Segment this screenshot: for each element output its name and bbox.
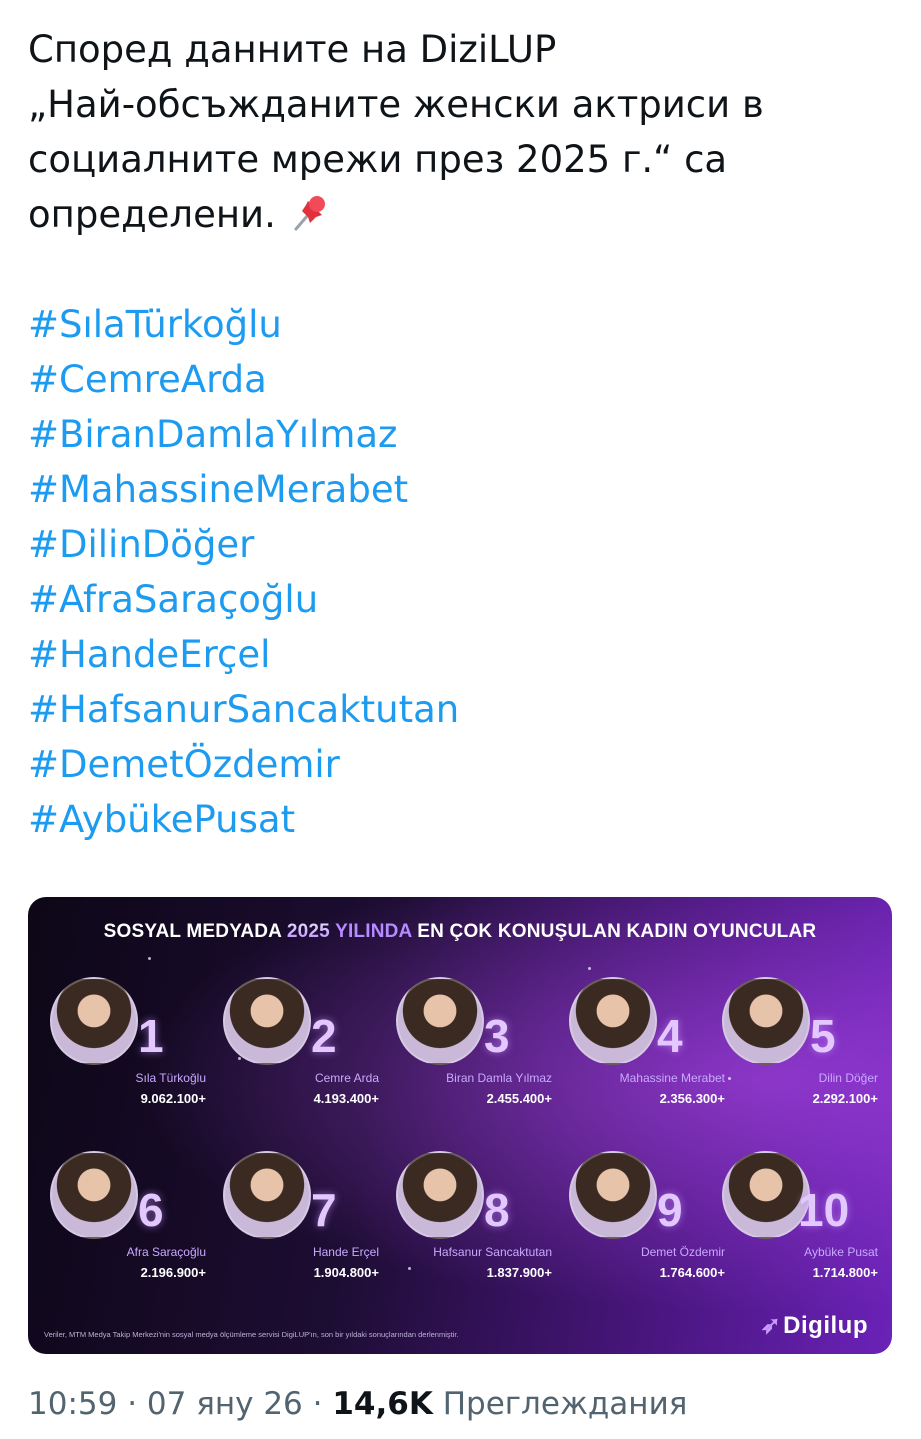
actress-count: 2.356.300+ [659,1091,725,1106]
decorative-star [588,967,591,970]
tweet-line: Според данните на DiziLUP [28,28,557,71]
actress-name: Aybüke Pusat [804,1245,878,1259]
tweet-meta: 10:59 · 07 яну 26 · 14,6K Преглеждания [28,1386,687,1422]
actress-count: 2.455.400+ [486,1091,552,1106]
actress-count: 1.714.800+ [812,1265,878,1280]
view-count: 14,6K [332,1386,433,1422]
tweet-line: социалните мрежи през 2025 г.“ са [28,138,728,181]
actress-entry: 6 Afra Saraçoğlu 2.196.900+ [42,1151,206,1301]
actress-rank: 3 [484,1010,510,1062]
actress-photo [569,1151,657,1239]
actress-entry: 9 Demet Özdemir 1.764.600+ [561,1151,725,1301]
actress-rank: 9 [657,1184,683,1236]
hashtag-link[interactable]: #AfraSaraçoğlu [28,572,898,627]
actress-photo [396,977,484,1065]
actress-entry: 10 Aybüke Pusat 1.714.800+ [714,1151,878,1301]
actress-photo [722,1151,810,1239]
actress-name: Afra Saraçoğlu [126,1245,206,1259]
tweet-time-link[interactable]: 10:59 [28,1386,117,1422]
card-title-part: SOSYAL MEDYADA [103,921,287,942]
card-title-year: 2025 [286,921,330,942]
actress-photo [50,1151,138,1239]
view-label: Преглеждания [432,1386,688,1422]
actress-name: Sıla Türkoğlu [135,1071,206,1085]
actress-entry: 4 Mahassine Merabet 2.356.300+ [561,977,725,1127]
hashtag-list: #SılaTürkoğlu #CemreArda #BiranDamlaYılm… [28,297,898,847]
card-footnote: Veriler, MTM Medya Takip Merkezi'nin sos… [44,1330,459,1339]
actress-entry: 7 Hande Erçel 1.904.800+ [215,1151,379,1301]
brand-name: Digilup [783,1312,868,1339]
actress-rank: 5 [810,1010,836,1062]
actress-rank: 2 [311,1010,337,1062]
actress-count: 1.764.600+ [659,1265,725,1280]
hashtag-link[interactable]: #BiranDamlaYılmaz [28,407,898,462]
hashtag-link[interactable]: #DilinDöğer [28,517,898,572]
actress-entry: 3 Biran Damla Yılmaz 2.455.400+ [388,977,552,1127]
actress-photo [223,977,311,1065]
actress-name: Biran Damla Yılmaz [446,1071,552,1085]
card-title-part: EN ÇOK KONUŞULAN KADIN OYUNCULAR [411,921,817,942]
actress-name: Mahassine Merabet [619,1071,725,1085]
decorative-star [148,957,151,960]
actress-count: 2.292.100+ [812,1091,878,1106]
actress-count: 9.062.100+ [140,1091,206,1106]
actress-entry: 5 Dilin Döğer 2.292.100+ [714,977,878,1127]
actress-rank: 10 [798,1184,850,1236]
actress-rank: 6 [138,1184,164,1236]
actress-photo [396,1151,484,1239]
actress-rank: 1 [138,1010,164,1062]
actress-count: 1.837.900+ [486,1265,552,1280]
actress-photo [722,977,810,1065]
card-title-highlight: YILINDA [329,921,412,942]
actress-name: Hande Erçel [312,1245,379,1259]
tweet-line: „Най-обсъжданите женски актриси в [28,83,764,126]
actress-count: 1.904.800+ [313,1265,379,1280]
actress-entry: 1 Sıla Türkoğlu 9.062.100+ [42,977,206,1127]
tweet-line: определени. [28,187,898,242]
tweet-date-link[interactable]: 07 яну 26 [147,1386,303,1422]
actress-photo [569,977,657,1065]
pushpin-icon [288,191,332,235]
actress-rank: 7 [311,1184,337,1236]
tweet-media-image[interactable]: SOSYAL MEDYADA 2025 YILINDA EN ÇOK KONUŞ… [28,897,892,1354]
meta-separator: · [302,1386,333,1422]
actress-photo [223,1151,311,1239]
actress-entry: 2 Cemre Arda 4.193.400+ [215,977,379,1127]
hashtag-link[interactable]: #HafsanurSancaktutan [28,682,898,737]
actress-name: Dilin Döğer [818,1071,878,1085]
brand-logo: ➶Digilup [761,1311,868,1340]
actress-count: 4.193.400+ [313,1091,379,1106]
hashtag-link[interactable]: #SılaTürkoğlu [28,297,898,352]
hashtag-link[interactable]: #AybükePusat [28,792,898,847]
hashtag-link[interactable]: #HandeErçel [28,627,898,682]
actress-entry: 8 Hafsanur Sancaktutan 1.837.900+ [388,1151,552,1301]
tweet-body: Според данните на DiziLUP „Най-обсъждани… [28,22,898,847]
hashtag-link[interactable]: #MahassineMerabet [28,462,898,517]
card-title: SOSYAL MEDYADA 2025 YILINDA EN ÇOK KONUŞ… [28,921,892,943]
tweet-line-text: определени. [28,193,276,236]
meta-separator: · [117,1386,147,1422]
actress-name: Hafsanur Sancaktutan [433,1245,552,1259]
actress-rank: 8 [484,1184,510,1236]
hashtag-link[interactable]: #DemetÖzdemir [28,737,898,792]
actress-photo [50,977,138,1065]
hashtag-link[interactable]: #CemreArda [28,352,898,407]
rocket-icon: ➶ [760,1312,782,1339]
actress-name: Demet Özdemir [640,1245,725,1259]
actress-rank: 4 [657,1010,683,1062]
actress-count: 2.196.900+ [140,1265,206,1280]
actress-name: Cemre Arda [314,1071,379,1085]
